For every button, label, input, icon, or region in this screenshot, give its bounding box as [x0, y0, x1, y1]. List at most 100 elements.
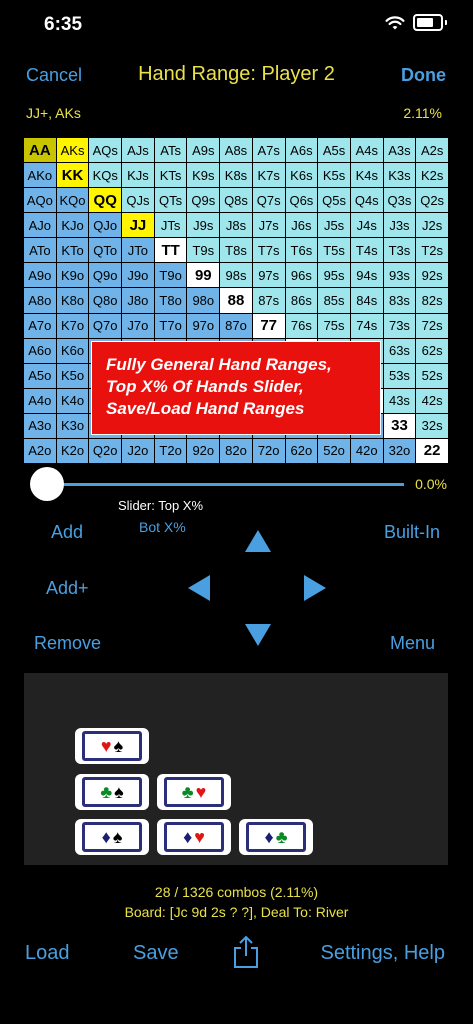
hand-cell-32s[interactable]: 32s [416, 413, 448, 438]
hand-cell-a5s[interactable]: A5s [318, 138, 350, 163]
hand-cell-ato[interactable]: ATo [24, 238, 56, 263]
hand-cell-jts[interactable]: JTs [154, 213, 187, 238]
hand-cell-t3s[interactable]: T3s [383, 238, 416, 263]
hand-cell-jto[interactable]: JTo [122, 238, 154, 263]
hand-cell-32o[interactable]: 32o [383, 438, 416, 463]
hand-cell-62o[interactable]: 62o [285, 438, 318, 463]
hand-cell-74s[interactable]: 74s [350, 313, 383, 338]
hand-cell-q9o[interactable]: Q9o [89, 263, 122, 288]
hand-cell-q8s[interactable]: Q8s [220, 188, 252, 213]
share-icon[interactable] [233, 935, 259, 969]
suit-combo-card[interactable]: ♣ ♥ [157, 774, 231, 810]
hand-cell-kto[interactable]: KTo [56, 238, 89, 263]
hand-cell-82s[interactable]: 82s [416, 288, 448, 313]
hand-cell-83s[interactable]: 83s [383, 288, 416, 313]
hand-cell-q6s[interactable]: Q6s [285, 188, 318, 213]
hand-cell-j2s[interactable]: J2s [416, 213, 448, 238]
hand-cell-kqo[interactable]: KQo [56, 188, 89, 213]
hand-cell-a8s[interactable]: A8s [220, 138, 252, 163]
hand-cell-kk[interactable]: KK [56, 163, 89, 188]
hand-cell-aa[interactable]: AA [24, 138, 56, 163]
hand-cell-t6s[interactable]: T6s [285, 238, 318, 263]
hand-cell-a8o[interactable]: A8o [24, 288, 56, 313]
hand-cell-t4s[interactable]: T4s [350, 238, 383, 263]
hand-cell-k9s[interactable]: K9s [187, 163, 220, 188]
hand-cell-82o[interactable]: 82o [220, 438, 252, 463]
hand-cell-52s[interactable]: 52s [416, 363, 448, 388]
hand-cell-ajs[interactable]: AJs [122, 138, 154, 163]
hand-cell-98s[interactable]: 98s [220, 263, 252, 288]
slider-mode-bot[interactable]: Bot X% [139, 519, 186, 535]
hand-cell-q7o[interactable]: Q7o [89, 313, 122, 338]
hand-cell-k8s[interactable]: K8s [220, 163, 252, 188]
hand-cell-k7s[interactable]: K7s [252, 163, 285, 188]
arrow-left-icon[interactable] [188, 575, 210, 601]
hand-cell-k5s[interactable]: K5s [318, 163, 350, 188]
hand-cell-j9s[interactable]: J9s [187, 213, 220, 238]
hand-cell-aks[interactable]: AKs [56, 138, 89, 163]
hand-cell-99[interactable]: 99 [187, 263, 220, 288]
hand-cell-ajo[interactable]: AJo [24, 213, 56, 238]
hand-cell-t9s[interactable]: T9s [187, 238, 220, 263]
hand-cell-k6o[interactable]: K6o [56, 338, 89, 363]
hand-cell-75s[interactable]: 75s [318, 313, 350, 338]
hand-cell-kts[interactable]: KTs [154, 163, 187, 188]
percent-slider-track[interactable] [46, 483, 404, 486]
hand-cell-j8s[interactable]: J8s [220, 213, 252, 238]
hand-cell-aqs[interactable]: AQs [89, 138, 122, 163]
hand-cell-k8o[interactable]: K8o [56, 288, 89, 313]
hand-cell-j5s[interactable]: J5s [318, 213, 350, 238]
hand-cell-k4o[interactable]: K4o [56, 388, 89, 413]
hand-cell-43s[interactable]: 43s [383, 388, 416, 413]
hand-cell-qq[interactable]: QQ [89, 188, 122, 213]
hand-cell-a7s[interactable]: A7s [252, 138, 285, 163]
hand-cell-j4s[interactable]: J4s [350, 213, 383, 238]
hand-cell-42s[interactable]: 42s [416, 388, 448, 413]
hand-cell-92o[interactable]: 92o [187, 438, 220, 463]
hand-cell-76s[interactable]: 76s [285, 313, 318, 338]
hand-cell-73s[interactable]: 73s [383, 313, 416, 338]
hand-cell-j9o[interactable]: J9o [122, 263, 154, 288]
hand-cell-a6o[interactable]: A6o [24, 338, 56, 363]
hand-cell-tt[interactable]: TT [154, 238, 187, 263]
hand-cell-t5s[interactable]: T5s [318, 238, 350, 263]
hand-cell-96s[interactable]: 96s [285, 263, 318, 288]
hand-cell-kqs[interactable]: KQs [89, 163, 122, 188]
hand-cell-t7o[interactable]: T7o [154, 313, 187, 338]
suit-combo-card[interactable]: ♦ ♥ [157, 819, 231, 855]
suit-combo-card[interactable]: ♦ ♣ [239, 819, 313, 855]
hand-cell-a4s[interactable]: A4s [350, 138, 383, 163]
hand-cell-aqo[interactable]: AQo [24, 188, 56, 213]
hand-cell-97s[interactable]: 97s [252, 263, 285, 288]
hand-cell-k4s[interactable]: K4s [350, 163, 383, 188]
hand-cell-k2s[interactable]: K2s [416, 163, 448, 188]
hand-cell-77[interactable]: 77 [252, 313, 285, 338]
suit-combo-card[interactable]: ♦ ♠ [75, 819, 149, 855]
hand-cell-j6s[interactable]: J6s [285, 213, 318, 238]
menu-button[interactable]: Menu [390, 633, 435, 654]
hand-cell-a3o[interactable]: A3o [24, 413, 56, 438]
slider-mode-top[interactable]: Slider: Top X% [118, 498, 203, 513]
hand-cell-93s[interactable]: 93s [383, 263, 416, 288]
arrow-down-icon[interactable] [245, 624, 271, 646]
hand-cell-a9s[interactable]: A9s [187, 138, 220, 163]
hand-cell-94s[interactable]: 94s [350, 263, 383, 288]
hand-cell-98o[interactable]: 98o [187, 288, 220, 313]
hand-cell-q4s[interactable]: Q4s [350, 188, 383, 213]
hand-cell-62s[interactable]: 62s [416, 338, 448, 363]
hand-cell-72o[interactable]: 72o [252, 438, 285, 463]
hand-cell-85s[interactable]: 85s [318, 288, 350, 313]
hand-cell-jj[interactable]: JJ [122, 213, 154, 238]
hand-cell-97o[interactable]: 97o [187, 313, 220, 338]
percent-slider-knob[interactable] [30, 467, 64, 501]
hand-cell-q2o[interactable]: Q2o [89, 438, 122, 463]
settings-help-button[interactable]: Settings, Help [320, 942, 445, 965]
built-in-button[interactable]: Built-In [384, 522, 440, 543]
hand-cell-k9o[interactable]: K9o [56, 263, 89, 288]
hand-cell-a2s[interactable]: A2s [416, 138, 448, 163]
suit-combo-card[interactable]: ♥ ♠ [75, 728, 149, 764]
hand-cell-92s[interactable]: 92s [416, 263, 448, 288]
hand-cell-j3s[interactable]: J3s [383, 213, 416, 238]
done-button[interactable]: Done [401, 65, 446, 86]
hand-cell-42o[interactable]: 42o [350, 438, 383, 463]
